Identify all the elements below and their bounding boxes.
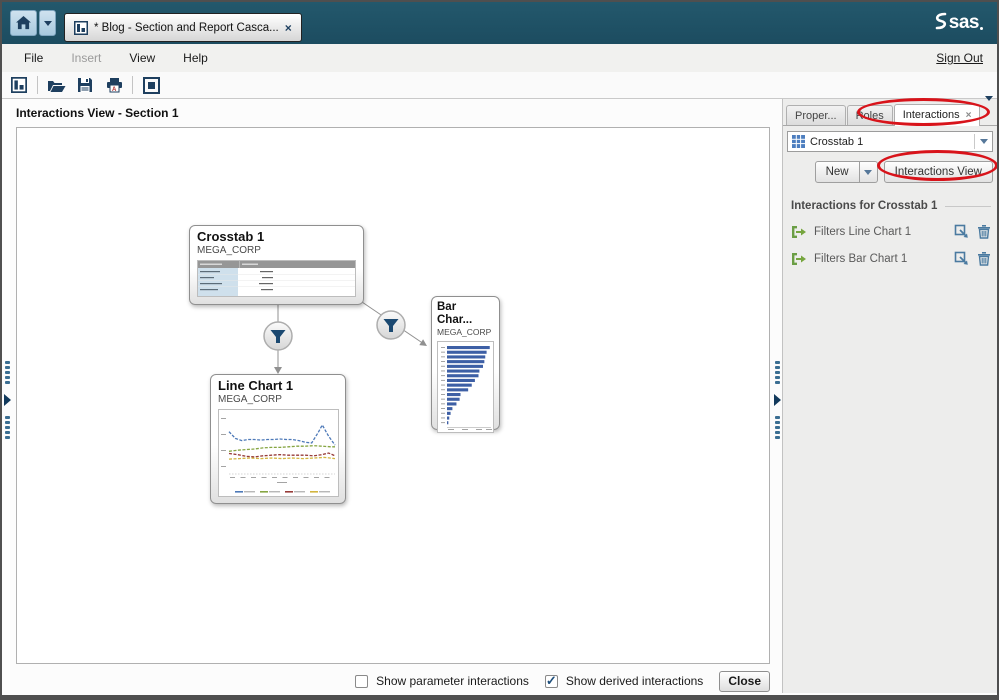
menu-insert: Insert [71, 51, 102, 65]
menu-view[interactable]: View [115, 51, 169, 65]
edit-interaction-icon[interactable] [954, 251, 969, 266]
crosstab-thumbnail [197, 259, 356, 297]
menu-help[interactable]: Help [169, 51, 222, 65]
chevron-down-icon [985, 96, 993, 118]
filter-funnel-icon[interactable] [263, 321, 293, 351]
menu-file[interactable]: File [2, 51, 57, 65]
line-chart-thumbnail [218, 408, 339, 497]
show-parameter-interactions-checkbox[interactable] [355, 674, 369, 688]
sas-logo-text: sas [948, 12, 980, 33]
filter-funnel-icon[interactable] [376, 310, 406, 340]
chevron-down-icon [980, 139, 988, 144]
object-selector-value: Crosstab 1 [810, 135, 864, 148]
app-window: * Blog - Section and Report Casca... × s… [0, 0, 999, 700]
show-parameter-interactions-label: Show parameter interactions [376, 674, 529, 688]
sas-swirl-icon [935, 12, 947, 30]
new-dropdown-button[interactable] [859, 161, 878, 183]
interaction-label: Filters Line Chart 1 [814, 225, 912, 238]
left-panel-splitter[interactable] [2, 357, 12, 443]
sas-logo-dot [980, 27, 983, 30]
home-button-group [10, 10, 56, 36]
expand-right-icon [773, 394, 781, 406]
home-icon [16, 16, 31, 30]
node-title: Line Chart 1 [218, 378, 294, 393]
sign-out-link[interactable]: Sign Out [936, 51, 983, 65]
section-header-rule [945, 205, 991, 207]
edit-interaction-icon[interactable] [954, 224, 969, 239]
svg-text:A: A [112, 87, 117, 93]
show-derived-interactions-checkbox[interactable] [544, 673, 558, 689]
show-derived-interactions-label: Show derived interactions [565, 674, 704, 688]
report-icon[interactable] [8, 75, 30, 95]
selector-separator [974, 134, 975, 149]
report-icon [74, 20, 88, 35]
panel-button-row: New Interactions View [787, 161, 993, 183]
object-selector-dropdown[interactable]: Crosstab 1 [787, 131, 993, 152]
bar-chart-thumbnail [437, 340, 494, 433]
crosstab-icon [792, 135, 805, 148]
toolbar-separator [37, 76, 38, 94]
top-banner: * Blog - Section and Report Casca... × s… [2, 2, 997, 44]
tab-interactions-label: Interactions [902, 109, 960, 121]
tab-properties[interactable]: Proper... [786, 105, 846, 125]
chevron-down-icon [864, 169, 873, 175]
close-button[interactable]: Close [719, 670, 770, 692]
interaction-list-item[interactable]: Filters Bar Chart 1 [791, 251, 991, 266]
interactions-view-title: Interactions View - Section 1 [16, 106, 179, 120]
interactions-section-header: Interactions for Crosstab 1 [791, 200, 991, 212]
tab-roles[interactable]: Roles [846, 105, 893, 125]
panel-tab-bar: Proper... Roles Interactions × [783, 96, 997, 126]
right-panel: Proper... Roles Interactions × Crosstab … [783, 96, 997, 693]
chevron-down-icon [43, 20, 52, 26]
interaction-list-item[interactable]: Filters Line Chart 1 [791, 224, 991, 239]
toolbar: A [2, 72, 997, 99]
node-data-source: MEGA_CORP [197, 244, 261, 256]
sas-logo: sas [932, 10, 983, 32]
interactions-canvas[interactable]: Crosstab 1 MEGA_CORP Line Chart 1 MEGA_C… [16, 127, 770, 664]
interactions-view-button[interactable]: Interactions View [883, 161, 993, 183]
print-pdf-icon[interactable]: A [103, 75, 125, 95]
diagram-node-line-chart[interactable]: Line Chart 1 MEGA_CORP [210, 374, 346, 504]
expand-right-icon [3, 394, 11, 406]
close-tab-icon[interactable]: × [966, 110, 972, 121]
splitter-grip [4, 361, 10, 384]
interaction-out-icon [792, 252, 806, 265]
diagram-node-bar-chart[interactable]: Bar Char... MEGA_CORP [431, 296, 500, 433]
toolbar-separator [132, 76, 133, 94]
splitter-grip [774, 361, 780, 384]
home-button[interactable] [10, 10, 37, 36]
node-title: Crosstab 1 [197, 229, 265, 244]
splitter-grip [4, 416, 10, 439]
canvas-footer: Show parameter interactions Show derived… [16, 669, 770, 693]
open-folder-icon[interactable] [45, 75, 67, 95]
interaction-label: Filters Bar Chart 1 [814, 252, 908, 265]
diagram-node-crosstab[interactable]: Crosstab 1 MEGA_CORP [189, 225, 364, 305]
home-dropdown-button[interactable] [39, 10, 56, 36]
connector-layer [263, 301, 427, 374]
delete-interaction-icon[interactable] [977, 251, 991, 266]
delete-interaction-icon[interactable] [977, 224, 991, 239]
document-tab[interactable]: * Blog - Section and Report Casca... × [64, 13, 302, 42]
node-data-source: MEGA_CORP [437, 327, 492, 338]
node-data-source: MEGA_CORP [218, 393, 282, 405]
document-tab-title: * Blog - Section and Report Casca... [94, 21, 279, 34]
save-icon[interactable] [74, 75, 96, 95]
node-title: Bar Char... [437, 301, 473, 327]
splitter-grip [774, 416, 780, 439]
close-tab-icon[interactable]: × [285, 22, 292, 34]
tab-interactions[interactable]: Interactions × [893, 104, 981, 126]
right-panel-splitter[interactable] [772, 357, 782, 443]
new-split-button: New [814, 161, 878, 183]
main-area: Interactions View - Section 1 Crosstab 1… [2, 96, 997, 693]
interaction-out-icon [792, 225, 806, 238]
section-header-label: Interactions for Crosstab 1 [791, 200, 938, 212]
new-button[interactable]: New [814, 161, 860, 183]
tab-overflow-button[interactable] [985, 96, 993, 119]
view-frame-icon[interactable] [140, 75, 162, 95]
menu-bar: File Insert View Help Sign Out [2, 44, 997, 72]
